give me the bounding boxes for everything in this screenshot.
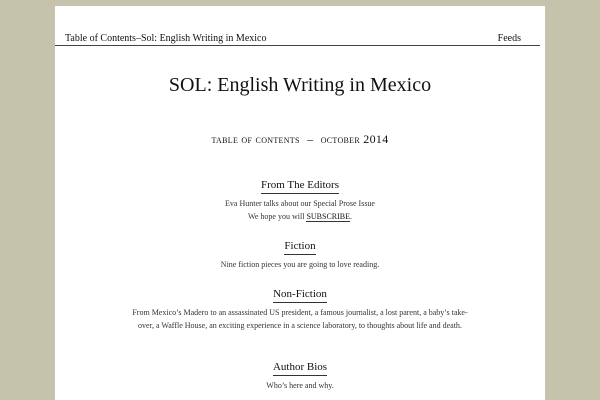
page-content: Table of Contents–Sol: English Writing i… [55, 6, 545, 400]
subtitle-year: 2014 [363, 132, 389, 146]
section-non-fiction: Non-Fiction From Mexico’s Madero to an a… [55, 284, 545, 332]
top-bar: Table of Contents–Sol: English Writing i… [55, 6, 545, 46]
site-title: SOL: English Writing in Mexico [168, 74, 432, 96]
section-fiction: Fiction Nine fiction pieces you are goin… [55, 236, 545, 272]
breadcrumb-link[interactable]: Table of Contents–Sol: English Writing i… [65, 33, 266, 44]
subscribe-prefix: We hope you will [247, 211, 307, 221]
section-from-the-editors: From The Editors Eva Hunter talks about … [55, 175, 545, 223]
page-subtitle: table of contents – october 2014 [55, 131, 545, 147]
subscribe-suffix: . [350, 211, 353, 221]
section-heading-link[interactable]: Author Bios [272, 361, 328, 376]
section-description: Who’s here and why. [266, 381, 334, 390]
subtitle-dash: – [307, 132, 314, 146]
section-heading-link[interactable]: Non-Fiction [273, 288, 327, 303]
section-heading-link[interactable]: From The Editors [260, 179, 339, 194]
section-heading-link[interactable]: Fiction [284, 240, 316, 255]
section-description: From Mexico’s Madero to an assassinated … [132, 308, 468, 330]
subtitle-label: table of contents [211, 132, 300, 146]
subscribe-link[interactable]: SUBSCRIBE [306, 211, 351, 222]
subtitle-month: october [320, 132, 360, 146]
section-author-bios: Author Bios Who’s here and why. [55, 357, 545, 393]
section-description: Eva Hunter talks about our Special Prose… [55, 198, 545, 223]
description-line-1: Eva Hunter talks about our Special Prose… [225, 199, 375, 208]
top-divider [55, 45, 540, 46]
section-description: Nine fiction pieces you are going to lov… [220, 260, 380, 269]
feeds-link[interactable]: Feeds [498, 33, 521, 44]
